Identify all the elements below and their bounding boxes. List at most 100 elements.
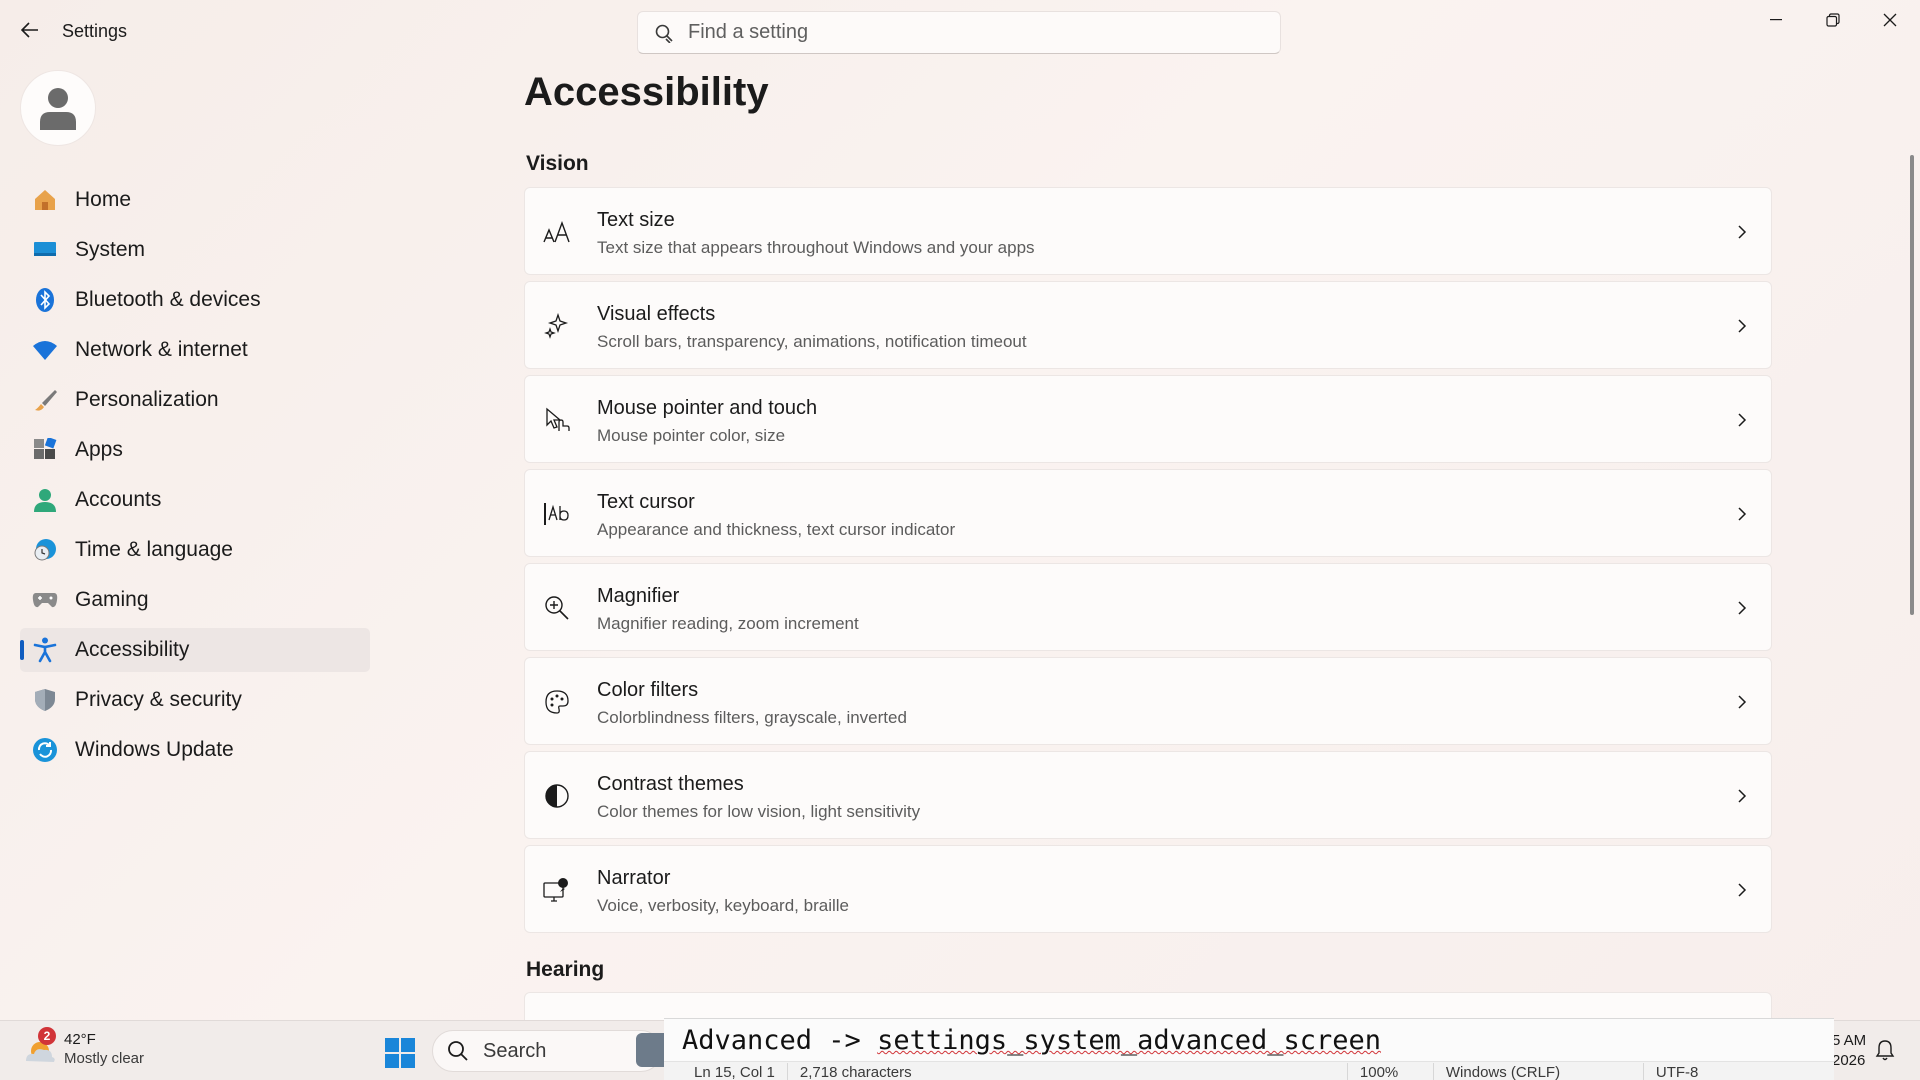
- sidebar-item-network[interactable]: Network & internet: [20, 328, 370, 372]
- sparkle-icon: [543, 312, 571, 340]
- tray-time: 5 AM: [1832, 1032, 1867, 1049]
- sidebar-item-label: Apps: [75, 438, 123, 461]
- scrollbar[interactable]: [1910, 155, 1914, 615]
- palette-icon: [543, 688, 571, 716]
- back-arrow-icon: [21, 22, 38, 38]
- restore-icon: [1826, 13, 1840, 27]
- status-encoding[interactable]: UTF-8: [1644, 1063, 1711, 1080]
- chevron-right-icon: [1738, 413, 1747, 427]
- notification-bell-icon[interactable]: [1874, 1039, 1896, 1061]
- chevron-right-icon: [1738, 883, 1747, 897]
- restore-button[interactable]: [1805, 0, 1861, 40]
- close-button[interactable]: [1862, 0, 1918, 40]
- card-subtitle: Voice, verbosity, keyboard, braille: [597, 896, 849, 915]
- card-title: Mouse pointer and touch: [597, 397, 818, 419]
- minimize-button[interactable]: [1748, 0, 1804, 40]
- setting-card-mouse-pointer[interactable]: Mouse pointer and touch Mouse pointer col…: [524, 375, 1772, 463]
- weather-temperature: 42°F: [64, 1031, 96, 1048]
- weather-widget[interactable]: 2 42°F Mostly clear: [22, 1027, 145, 1067]
- sidebar-item-label: Time & language: [75, 538, 233, 561]
- sidebar-item-accessibility[interactable]: Accessibility: [20, 628, 370, 672]
- tray-clock[interactable]: 5 AM 2026: [1832, 1031, 1866, 1071]
- setting-card-text-size[interactable]: Text size Text size that appears througho…: [524, 187, 1772, 275]
- windows-logo-icon: [385, 1038, 415, 1068]
- sidebar-item-label: Accessibility: [75, 638, 190, 661]
- status-zoom[interactable]: 100%: [1348, 1062, 1434, 1080]
- chevron-right-icon: [1738, 695, 1747, 709]
- back-button[interactable]: [18, 18, 42, 42]
- sidebar-item-home[interactable]: Home: [20, 178, 370, 222]
- chevron-right-icon: [1738, 601, 1747, 615]
- sidebar-item-label: System: [75, 238, 146, 261]
- taskbar-search[interactable]: Search: [432, 1030, 662, 1072]
- sidebar-item-label: Gaming: [75, 588, 149, 611]
- setting-card-visual-effects[interactable]: Visual effects Scroll bars, transparency,…: [524, 281, 1772, 369]
- start-button[interactable]: [384, 1037, 416, 1069]
- notepad-window[interactable]: Advanced -> settings_system_advanced_scr…: [664, 1018, 1834, 1080]
- card-subtitle: Appearance and thickness, text cursor in…: [597, 520, 956, 539]
- app-title: Settings: [62, 21, 128, 41]
- card-subtitle: Text size that appears throughout Window…: [597, 238, 1035, 257]
- wifi-icon: [32, 337, 58, 363]
- weather-condition: Mostly clear: [64, 1050, 145, 1067]
- chevron-right-icon: [1738, 789, 1747, 803]
- card-subtitle: Colorblindness filters, grayscale, inver…: [597, 708, 907, 727]
- sidebar-item-system[interactable]: System: [20, 228, 370, 272]
- setting-card-color-filters[interactable]: Color filters Colorblindness filters, gra…: [524, 657, 1772, 745]
- page-title: Accessibility: [524, 70, 769, 114]
- settings-search-input[interactable]: [688, 21, 1248, 44]
- status-line-ending[interactable]: Windows (CRLF): [1434, 1062, 1644, 1080]
- card-title: Color filters: [597, 679, 699, 701]
- sidebar-item-gaming[interactable]: Gaming: [20, 578, 370, 622]
- card-title: Contrast themes: [597, 773, 744, 795]
- accounts-icon: [32, 487, 58, 513]
- card-subtitle: Scroll bars, transparency, animations, n…: [597, 332, 1027, 351]
- sidebar-item-label: Windows Update: [75, 738, 234, 761]
- person-icon: [40, 88, 76, 130]
- home-icon: [32, 187, 58, 213]
- text-cursor-icon: [543, 500, 571, 528]
- setting-card-text-cursor[interactable]: Text cursor Appearance and thickness, tex…: [524, 469, 1772, 557]
- sidebar-item-label: Personalization: [75, 388, 219, 411]
- sidebar-item-windows-update[interactable]: Windows Update: [20, 728, 370, 772]
- update-icon: [32, 737, 58, 763]
- narrator-icon: [543, 876, 571, 904]
- sidebar-item-accounts[interactable]: Accounts: [20, 478, 370, 522]
- taskbar-search-label: Search: [483, 1039, 547, 1062]
- sidebar-item-apps[interactable]: Apps: [20, 428, 370, 472]
- sidebar-item-bluetooth[interactable]: Bluetooth & devices: [20, 278, 370, 322]
- card-subtitle: Mouse pointer color, size: [597, 426, 786, 445]
- weather-icon: 2: [22, 1027, 58, 1067]
- chevron-right-icon: [1738, 507, 1747, 521]
- sidebar-item-personalization[interactable]: Personalization: [20, 378, 370, 422]
- notepad-line-prefix: Advanced ->: [682, 1025, 878, 1056]
- mouse-pointer-icon: [543, 406, 571, 434]
- card-title: Text size: [597, 209, 675, 231]
- search-icon: [448, 1041, 468, 1061]
- card-title: Magnifier: [597, 585, 680, 607]
- status-position: Ln 15, Col 1: [682, 1062, 788, 1080]
- user-avatar[interactable]: [20, 70, 96, 146]
- card-subtitle: Color themes for low vision, light sensi…: [597, 802, 921, 821]
- gamepad-icon: [32, 587, 58, 613]
- setting-card-contrast-themes[interactable]: Contrast themes Color themes for low visi…: [524, 751, 1772, 839]
- section-title-vision: Vision: [526, 152, 589, 175]
- card-title: Visual effects: [597, 303, 716, 325]
- text-size-icon: [543, 218, 571, 246]
- apps-icon: [32, 437, 58, 463]
- notepad-status-bar: Ln 15, Col 1 2,718 characters 100% Windo…: [664, 1061, 1834, 1080]
- card-title: Narrator: [597, 867, 671, 889]
- bluetooth-icon: [32, 287, 58, 313]
- close-icon: [1883, 13, 1897, 27]
- sidebar-item-privacy[interactable]: Privacy & security: [20, 678, 370, 722]
- settings-search-box[interactable]: [637, 11, 1281, 54]
- card-subtitle: Magnifier reading, zoom increment: [597, 614, 859, 633]
- chevron-right-icon: [1738, 319, 1747, 333]
- globe-clock-icon: [32, 537, 58, 563]
- setting-card-magnifier[interactable]: Magnifier Magnifier reading, zoom increme…: [524, 563, 1772, 651]
- tray-date: 2026: [1832, 1052, 1866, 1069]
- setting-card-narrator[interactable]: Narrator Voice, verbosity, keyboard, brai…: [524, 845, 1772, 933]
- notepad-text-line[interactable]: Advanced -> settings_system_advanced_scr…: [682, 1025, 1381, 1056]
- sidebar-item-time-language[interactable]: Time & language: [20, 528, 370, 572]
- section-title-hearing: Hearing: [526, 958, 605, 981]
